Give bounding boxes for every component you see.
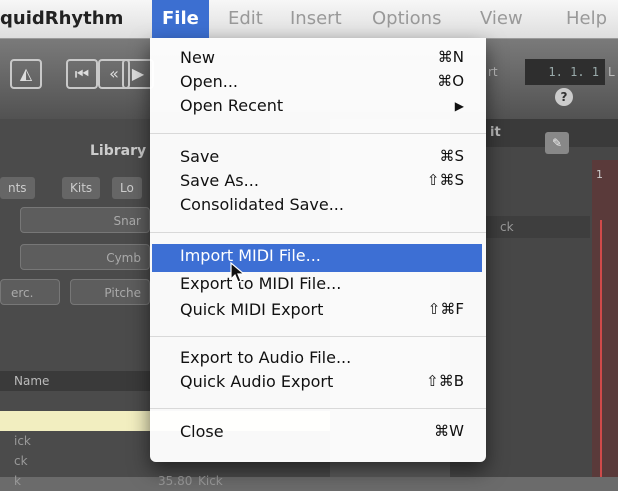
ruler-label: 1 xyxy=(596,168,603,181)
menu-separator xyxy=(150,232,486,233)
menu-item-shortcut: ⌘N xyxy=(437,48,464,66)
skip-to-start-button[interactable]: ⏮ xyxy=(66,59,98,89)
row-name: k xyxy=(14,474,21,488)
position-counter[interactable]: 1. 1. 1 xyxy=(525,59,605,85)
file-menu: New ⌘N Open... ⌘O Open Recent ▶ Save ⌘S … xyxy=(150,38,486,462)
menu-item-shortcut: ⌘O xyxy=(437,72,464,90)
menu-item-shortcut: ⇧⌘F xyxy=(427,300,464,318)
row-name: ick xyxy=(14,434,31,448)
menu-item-shortcut: ⇧⌘S xyxy=(426,171,464,189)
row-bpm: 35.80 xyxy=(158,474,193,488)
mouse-pointer-icon xyxy=(230,262,246,283)
menu-separator xyxy=(150,336,486,337)
menu-item-label: Export to Audio File... xyxy=(180,348,352,367)
menu-item-quick-audio-export[interactable]: Quick Audio Export ⇧⌘B xyxy=(156,372,480,396)
menu-item-label: Save As... xyxy=(180,171,259,190)
menu-item-shortcut: ⌘W xyxy=(434,422,464,440)
menu-bar: quidRhythm File Edit Insert Options View… xyxy=(0,0,618,39)
timeline-strip[interactable]: 1 xyxy=(592,160,618,477)
menu-item-new[interactable]: New ⌘N xyxy=(156,48,480,72)
submenu-arrow-icon: ▶ xyxy=(454,99,464,113)
kit-snare-button[interactable]: Snar xyxy=(20,207,150,233)
library-title: Library xyxy=(90,143,147,159)
menu-item-label: Open... xyxy=(180,72,238,91)
menu-separator xyxy=(150,408,486,409)
menu-options[interactable]: Options xyxy=(372,8,441,29)
menu-view[interactable]: View xyxy=(480,8,523,29)
menu-item-label: Consolidated Save... xyxy=(180,195,344,214)
menu-item-label: Import MIDI File... xyxy=(180,246,321,265)
tab-loops[interactable]: Lo xyxy=(112,177,142,199)
menu-item-shortcut: ⇧⌘B xyxy=(426,372,464,390)
playhead-line xyxy=(600,220,602,477)
pencil-icon[interactable]: ✎ xyxy=(545,132,569,154)
menu-item-label: Close xyxy=(180,422,224,441)
menu-item-label: Open Recent xyxy=(180,96,284,115)
help-icon[interactable]: ? xyxy=(555,88,573,106)
menu-item-label: Save xyxy=(180,147,220,166)
menu-edit[interactable]: Edit xyxy=(228,8,263,29)
loop-button[interactable]: ◭ xyxy=(10,59,42,89)
menu-help[interactable]: Help xyxy=(566,8,607,29)
menu-item-save-as[interactable]: Save As... ⇧⌘S xyxy=(156,171,480,195)
menu-item-save[interactable]: Save ⌘S xyxy=(156,147,480,171)
row-name: ck xyxy=(14,454,28,468)
menu-item-export-to-audio-file[interactable]: Export to Audio File... xyxy=(156,348,480,372)
tab-kits[interactable]: Kits xyxy=(62,177,101,199)
menu-item-label: Quick MIDI Export xyxy=(180,300,324,319)
menu-item-import-midi-file[interactable]: Import MIDI File... xyxy=(152,244,482,272)
menu-item-label: Export to MIDI File... xyxy=(180,274,342,293)
menu-item-export-to-midi-file[interactable]: Export to MIDI File... xyxy=(156,274,480,298)
row-kind: Kick xyxy=(198,474,223,488)
menu-item-quick-midi-export[interactable]: Quick MIDI Export ⇧⌘F xyxy=(156,300,480,324)
menu-item-label: New xyxy=(180,48,215,67)
counter-label: rt xyxy=(488,65,498,79)
menu-insert[interactable]: Insert xyxy=(290,8,342,29)
menu-file[interactable]: File xyxy=(152,0,209,38)
menu-separator xyxy=(150,133,486,134)
kit-pitched-button[interactable]: Pitche xyxy=(70,279,150,305)
menu-item-close[interactable]: Close ⌘W xyxy=(156,422,480,446)
edit-panel-title: it xyxy=(490,125,501,140)
menu-item-shortcut: ⌘S xyxy=(439,147,464,165)
table-row[interactable]: k 35.80 Kick xyxy=(0,471,330,491)
menu-item-open[interactable]: Open... ⌘O xyxy=(156,72,480,96)
menu-item-label: Quick Audio Export xyxy=(180,372,334,391)
kit-cymbal-button[interactable]: Cymb xyxy=(20,244,150,270)
kit-perc-button[interactable]: erc. xyxy=(0,279,60,305)
menu-item-consolidated-save[interactable]: Consolidated Save... xyxy=(156,195,480,219)
name-column-header[interactable]: Name xyxy=(14,374,49,388)
app-name: quidRhythm xyxy=(0,8,124,29)
trailing-label: L xyxy=(608,65,615,79)
menu-item-open-recent[interactable]: Open Recent ▶ xyxy=(156,96,480,120)
tab-instruments[interactable]: nts xyxy=(0,177,35,199)
